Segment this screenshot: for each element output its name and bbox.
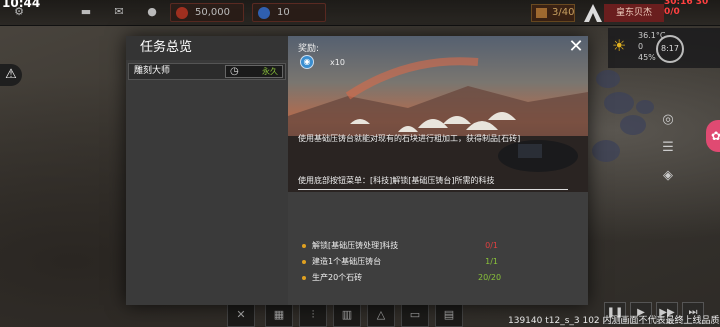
close-button[interactable]: ✕ bbox=[567, 38, 585, 56]
condition-item: 解锁[基础压铸处理]科技 bbox=[302, 240, 502, 252]
game-logo bbox=[584, 4, 602, 22]
version-text: 139140 t12_s_3 102 内测画面不代表最终上线品质 bbox=[508, 316, 720, 326]
task-list: 雕刻大师 ◷ 永久 bbox=[126, 60, 288, 305]
player-name[interactable]: 皇东贝杰 bbox=[604, 4, 664, 22]
task-hint: 使用底部按钮菜单：[科技]解锁[基础压铸台]所需的科技 bbox=[298, 176, 495, 185]
top-bar: 10:44 ⚙ ▬ ✉ ● 50,000 10 3/40 皇东贝杰 30:16 … bbox=[0, 0, 720, 26]
wood-value: 50,000 bbox=[195, 7, 230, 18]
task-item[interactable]: 雕刻大师 ◷ 永久 bbox=[128, 63, 286, 80]
bullet-icon bbox=[302, 276, 306, 280]
target-icon[interactable]: ◎ bbox=[660, 112, 676, 128]
divider bbox=[298, 189, 568, 190]
tech-button[interactable]: ✕ bbox=[227, 302, 255, 327]
map-object bbox=[596, 70, 620, 88]
dialog-title: 任务总览 bbox=[126, 36, 288, 60]
condition-progress: 0/1 bbox=[485, 241, 498, 250]
condition-progress: 1/1 bbox=[485, 257, 498, 266]
clock-icon: ◷ bbox=[230, 66, 239, 77]
condition-item: 生产20个石砖 bbox=[302, 272, 502, 284]
game-clock: 30:16 30 0/0 bbox=[664, 0, 709, 17]
warning-icon[interactable]: ⚠ bbox=[0, 64, 22, 86]
condition-list: 解锁[基础压铸处理]科技 0/1 建造1个基础压铸台 1/1 生产20个石砖 2… bbox=[288, 192, 588, 305]
gem-resource: 10 bbox=[252, 3, 326, 22]
population-value: 3/40 bbox=[552, 7, 575, 18]
population-counter[interactable]: 3/40 bbox=[531, 4, 575, 22]
compass-dial[interactable]: 8:17 bbox=[656, 35, 684, 63]
task-detail: 奖励: ◉ x10 使用基础压铸台就能对现有的石块进行粗加工，获得制品[石砖] … bbox=[288, 36, 588, 305]
task-description: 使用基础压铸台就能对现有的石块进行粗加工，获得制品[石砖] bbox=[298, 134, 521, 143]
settings-icon[interactable]: ⚙ bbox=[12, 6, 26, 18]
reward-quantity: x10 bbox=[330, 58, 345, 67]
event-badge[interactable]: ✿ bbox=[706, 120, 720, 152]
sun-icon: ☀ bbox=[612, 36, 627, 55]
wood-icon bbox=[176, 7, 188, 19]
map-object bbox=[620, 115, 646, 135]
gem-icon bbox=[258, 7, 270, 19]
wind-value: 0 bbox=[638, 42, 644, 51]
map-object bbox=[604, 92, 634, 114]
bullet-icon bbox=[302, 244, 306, 248]
condition-text: 建造1个基础压铸台 bbox=[312, 257, 382, 266]
profile-icon[interactable]: ● bbox=[145, 6, 159, 18]
warning-button[interactable]: △ bbox=[367, 302, 395, 327]
condition-progress: 20/20 bbox=[478, 273, 502, 282]
condition-text: 解锁[基础压铸处理]科技 bbox=[312, 241, 399, 250]
humidity-value: 45% bbox=[638, 53, 656, 62]
stone-brick-icon: ◉ bbox=[300, 55, 314, 69]
chat-icon[interactable]: ▬ bbox=[79, 6, 93, 18]
bottom-toolbar: ✕ ▦ ⫶ ▥ △ ▭ ▤ bbox=[227, 302, 477, 327]
task-name: 雕刻大师 bbox=[134, 66, 171, 76]
clipboard-icon[interactable]: ☰ bbox=[660, 140, 676, 156]
build-button[interactable]: ▦ bbox=[265, 302, 293, 327]
map-button[interactable]: ▭ bbox=[401, 302, 429, 327]
map-object bbox=[636, 100, 654, 114]
mail-icon[interactable]: ✉ bbox=[112, 6, 126, 18]
work-button[interactable]: ⫶ bbox=[299, 302, 327, 327]
task-duration: 永久 bbox=[262, 67, 278, 76]
storage-button[interactable]: ▥ bbox=[333, 302, 361, 327]
map-object bbox=[592, 140, 620, 162]
gem-value: 10 bbox=[277, 7, 290, 18]
wood-resource: 50,000 bbox=[170, 3, 244, 22]
condition-item: 建造1个基础压铸台 bbox=[302, 256, 502, 268]
task-overview-dialog: 任务总览 雕刻大师 ◷ 永久 奖励: ◉ x10 使用基础压铸台就能对现有的石块… bbox=[126, 36, 588, 305]
more-button[interactable]: ▤ bbox=[435, 302, 463, 327]
shield-icon[interactable]: ◈ bbox=[660, 168, 676, 184]
task-illustration: 奖励: ◉ x10 使用基础压铸台就能对现有的石块进行粗加工，获得制品[石砖] … bbox=[288, 36, 588, 192]
task-status: ◷ 永久 bbox=[225, 65, 283, 78]
condition-text: 生产20个石砖 bbox=[312, 273, 363, 282]
reward-label: 奖励: bbox=[298, 44, 320, 54]
bullet-icon bbox=[302, 260, 306, 264]
